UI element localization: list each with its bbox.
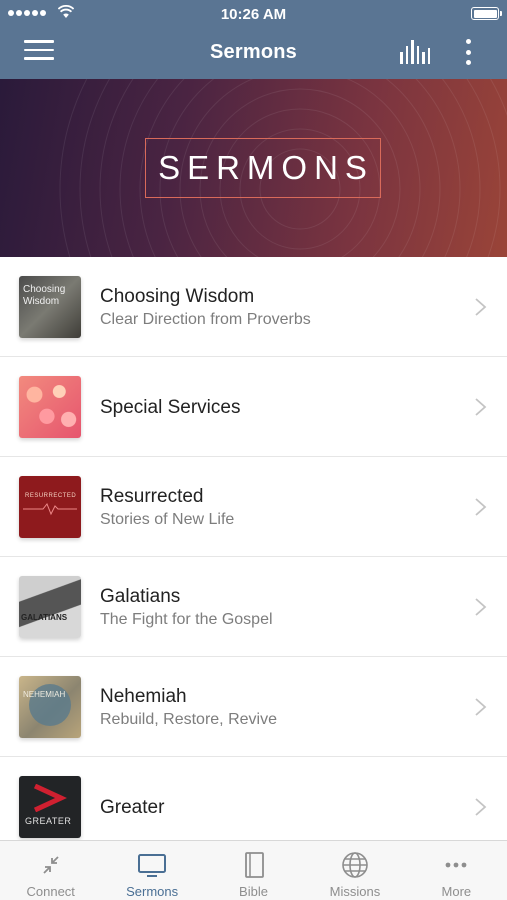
list-item[interactable]: Special Services: [0, 357, 507, 457]
series-title: Greater: [100, 797, 165, 818]
tab-bar: Connect Sermons Bible Missions More: [0, 840, 507, 900]
chevron-right-icon: [475, 598, 487, 616]
series-thumbnail: [19, 376, 81, 438]
tab-bible[interactable]: Bible: [203, 841, 304, 900]
sermons-banner: SERMONS: [0, 79, 507, 257]
series-thumbnail: GREATER: [19, 776, 81, 838]
chevron-right-icon: [475, 298, 487, 316]
book-icon: [244, 852, 264, 878]
series-thumbnail: GALATIANS: [19, 576, 81, 638]
globe-icon: [342, 852, 368, 878]
series-subtitle: Clear Direction from Proverbs: [100, 311, 311, 328]
list-item[interactable]: GALATIANS Galatians The Fight for the Go…: [0, 557, 507, 657]
tab-label: Missions: [329, 884, 381, 899]
top-bar: 10:26 AM Sermons: [0, 0, 507, 79]
tab-sermons[interactable]: Sermons: [101, 841, 202, 900]
series-subtitle: Rebuild, Restore, Revive: [100, 711, 277, 728]
list-item[interactable]: Choosing Wisdom Choosing Wisdom Clear Di…: [0, 257, 507, 357]
tab-missions[interactable]: Missions: [304, 841, 405, 900]
tab-label: Sermons: [126, 884, 179, 899]
chevron-right-icon: [475, 698, 487, 716]
status-time: 10:26 AM: [220, 6, 287, 23]
list-item[interactable]: RESURRECTED Resurrected Stories of New L…: [0, 457, 507, 557]
series-thumbnail: RESURRECTED: [19, 476, 81, 538]
banner-title: SERMONS: [158, 149, 374, 186]
series-title: Choosing Wisdom: [100, 286, 255, 307]
chevron-graphic: [33, 784, 67, 812]
tab-connect[interactable]: Connect: [0, 841, 101, 900]
tab-more[interactable]: More: [406, 841, 507, 900]
banner-title-box: SERMONS: [145, 138, 381, 198]
series-subtitle: Stories of New Life: [100, 511, 235, 528]
series-title: Resurrected: [100, 486, 204, 507]
series-thumbnail: Choosing Wisdom: [19, 276, 81, 338]
heartbeat-graphic: [23, 503, 77, 516]
vertical-dots-icon[interactable]: [460, 39, 476, 65]
tv-icon: [138, 854, 167, 877]
bar-chart-icon[interactable]: [400, 40, 430, 64]
chevron-right-icon: [475, 798, 487, 816]
page-title: Sermons: [210, 41, 297, 63]
series-subtitle: The Fight for the Gospel: [100, 611, 273, 628]
chevron-right-icon: [475, 398, 487, 416]
sermon-list: Choosing Wisdom Choosing Wisdom Clear Di…: [0, 257, 507, 857]
chevron-right-icon: [475, 498, 487, 516]
series-title: Special Services: [100, 397, 241, 418]
collapse-arrows-icon: [43, 856, 59, 874]
series-title: Galatians: [100, 586, 181, 607]
tab-label: Bible: [239, 884, 268, 899]
tab-label: More: [441, 884, 472, 899]
status-bar: 10:26 AM: [0, 0, 507, 28]
tab-label: Connect: [26, 884, 75, 899]
series-title: Nehemiah: [100, 686, 187, 707]
horizontal-dots-icon: [445, 862, 467, 868]
list-item[interactable]: NEHEMIAH Nehemiah Rebuild, Restore, Revi…: [0, 657, 507, 757]
series-thumbnail: NEHEMIAH: [19, 676, 81, 738]
seal-graphic: [29, 684, 71, 726]
battery-icon: [471, 7, 502, 20]
